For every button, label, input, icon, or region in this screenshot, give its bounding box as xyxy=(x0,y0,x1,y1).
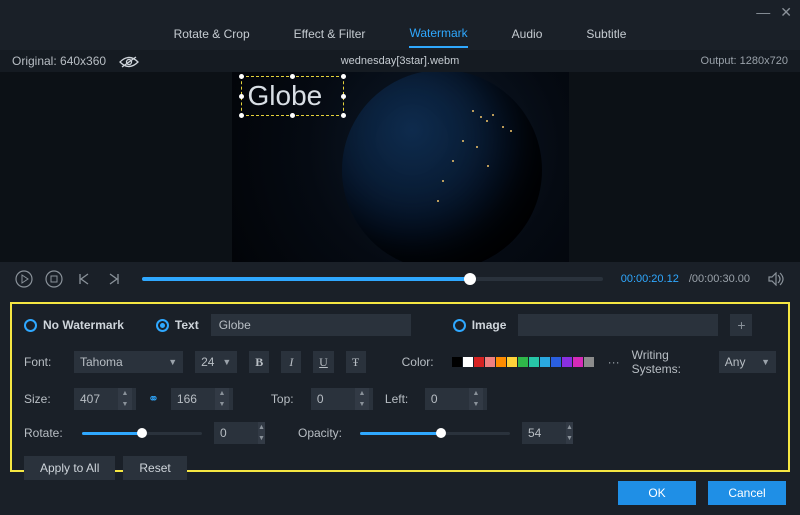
tab-bar: Rotate & Crop Effect & Filter Watermark … xyxy=(0,24,800,50)
close-button[interactable]: ✕ xyxy=(780,4,792,21)
down-icon[interactable]: ▼ xyxy=(215,399,229,410)
down-icon[interactable]: ▼ xyxy=(118,399,132,410)
text-watermark-input[interactable] xyxy=(211,314,411,336)
color-swatch[interactable] xyxy=(540,357,550,367)
font-size-select[interactable]: 24▼ xyxy=(195,351,237,373)
chevron-down-icon: ▼ xyxy=(222,357,231,367)
color-swatch[interactable] xyxy=(529,357,539,367)
color-swatch[interactable] xyxy=(507,357,517,367)
add-image-button[interactable]: + xyxy=(730,314,752,336)
reset-button[interactable]: Reset xyxy=(123,456,186,480)
planet-lights xyxy=(342,72,542,262)
writing-systems-label: Writing Systems: xyxy=(632,348,707,376)
radio-no-watermark[interactable]: No Watermark xyxy=(24,318,124,332)
down-icon[interactable]: ▼ xyxy=(258,433,265,444)
up-icon[interactable]: ▲ xyxy=(215,388,229,399)
color-swatch[interactable] xyxy=(496,357,506,367)
visibility-toggle-icon[interactable] xyxy=(119,56,139,68)
top-stepper[interactable]: ▲▼ xyxy=(311,388,373,410)
transport-bar: 00:00:20.12 /00:00:30.00 xyxy=(0,262,800,296)
watermark-panel: No Watermark Text Image + Font: Tahoma▼ … xyxy=(10,302,790,472)
cancel-button[interactable]: Cancel xyxy=(708,481,786,505)
image-watermark-input[interactable] xyxy=(518,314,718,336)
minimize-button[interactable]: — xyxy=(756,4,770,20)
next-frame-button[interactable] xyxy=(104,269,124,289)
rotate-knob[interactable] xyxy=(137,428,147,438)
up-icon[interactable]: ▲ xyxy=(469,388,483,399)
link-dimensions-icon[interactable]: ⚭ xyxy=(148,391,159,407)
up-icon[interactable]: ▲ xyxy=(355,388,369,399)
underline-button[interactable]: U xyxy=(313,351,333,373)
font-label: Font: xyxy=(24,355,62,369)
timeline-fill xyxy=(142,277,470,281)
rotate-stepper[interactable]: ▲▼ xyxy=(214,422,264,444)
play-button[interactable] xyxy=(14,269,34,289)
font-family-select[interactable]: Tahoma▼ xyxy=(74,351,183,373)
color-swatch[interactable] xyxy=(463,357,473,367)
color-swatch[interactable] xyxy=(551,357,561,367)
color-label: Color: xyxy=(402,355,440,369)
chevron-down-icon: ▼ xyxy=(761,357,770,367)
italic-button[interactable]: I xyxy=(281,351,301,373)
bold-button[interactable]: B xyxy=(249,351,269,373)
width-stepper[interactable]: ▲▼ xyxy=(74,388,136,410)
tab-subtitle[interactable]: Subtitle xyxy=(586,27,626,47)
more-colors-button[interactable]: ··· xyxy=(608,355,620,369)
strike-button[interactable]: Ŧ xyxy=(346,351,366,373)
up-icon[interactable]: ▲ xyxy=(258,422,265,433)
volume-icon[interactable] xyxy=(766,269,786,289)
time-current: 00:00:20.12 xyxy=(621,273,679,285)
color-swatch[interactable] xyxy=(474,357,484,367)
opacity-stepper[interactable]: ▲▼ xyxy=(522,422,572,444)
top-label: Top: xyxy=(271,392,299,406)
apply-to-all-button[interactable]: Apply to All xyxy=(24,456,115,480)
up-icon[interactable]: ▲ xyxy=(566,422,573,433)
rotate-label: Rotate: xyxy=(24,426,70,440)
color-swatch[interactable] xyxy=(518,357,528,367)
left-label: Left: xyxy=(385,392,413,406)
watermark-selection-box[interactable] xyxy=(241,76,344,116)
color-swatch[interactable] xyxy=(573,357,583,367)
chevron-down-icon: ▼ xyxy=(168,357,177,367)
original-resolution: Original: 640x360 xyxy=(12,54,139,68)
color-swatch[interactable] xyxy=(562,357,572,367)
down-icon[interactable]: ▼ xyxy=(566,433,573,444)
video-frame[interactable]: Globe xyxy=(232,72,569,262)
opacity-label: Opacity: xyxy=(298,426,348,440)
dialog-footer: OK Cancel xyxy=(618,481,786,505)
info-bar: Original: 640x360 wednesday[3star].webm … xyxy=(0,50,800,72)
color-swatch[interactable] xyxy=(452,357,462,367)
titlebar: — ✕ xyxy=(0,0,800,24)
color-swatch[interactable] xyxy=(584,357,594,367)
timeline-slider[interactable] xyxy=(142,277,603,281)
down-icon[interactable]: ▼ xyxy=(469,399,483,410)
tab-rotate-crop[interactable]: Rotate & Crop xyxy=(174,27,250,47)
time-total: /00:00:30.00 xyxy=(689,273,750,285)
down-icon[interactable]: ▼ xyxy=(355,399,369,410)
color-swatches xyxy=(452,357,594,367)
color-swatch[interactable] xyxy=(485,357,495,367)
ok-button[interactable]: OK xyxy=(618,481,696,505)
output-resolution: Output: 1280x720 xyxy=(701,55,788,67)
height-stepper[interactable]: ▲▼ xyxy=(171,388,233,410)
stop-button[interactable] xyxy=(44,269,64,289)
filename-label: wednesday[3star].webm xyxy=(341,55,460,67)
writing-systems-select[interactable]: Any▼ xyxy=(719,351,776,373)
opacity-slider[interactable] xyxy=(360,432,510,435)
left-stepper[interactable]: ▲▼ xyxy=(425,388,487,410)
video-preview: Globe xyxy=(0,72,800,262)
radio-text[interactable]: Text xyxy=(156,318,199,332)
tab-watermark[interactable]: Watermark xyxy=(409,26,467,48)
up-icon[interactable]: ▲ xyxy=(118,388,132,399)
size-label: Size: xyxy=(24,392,62,406)
tab-effect-filter[interactable]: Effect & Filter xyxy=(294,27,366,47)
prev-frame-button[interactable] xyxy=(74,269,94,289)
timeline-knob[interactable] xyxy=(464,273,476,285)
tab-audio[interactable]: Audio xyxy=(512,27,543,47)
radio-image[interactable]: Image xyxy=(453,318,507,332)
rotate-slider[interactable] xyxy=(82,432,202,435)
opacity-knob[interactable] xyxy=(436,428,446,438)
